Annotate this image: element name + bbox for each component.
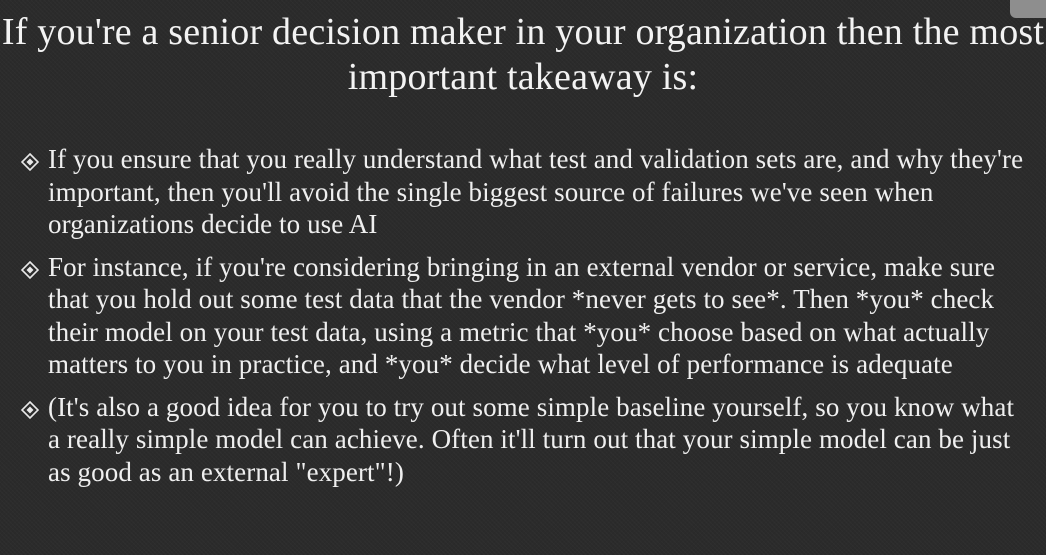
bullet-list: If you ensure that you really understand… [20,143,1030,498]
bullet-item: If you ensure that you really understand… [20,143,1030,241]
diamond-bullet-icon [20,251,48,284]
bullet-text: For instance, if you're considering brin… [48,251,996,380]
bullet-text: (It's also a good idea for you to try ou… [48,391,1015,487]
slide: If you're a senior decision maker in you… [0,0,1046,555]
bullet-text: If you ensure that you really understand… [48,144,1024,239]
diamond-bullet-icon [20,143,48,176]
bullet-item: (It's also a good idea for you to try ou… [20,391,1030,489]
diamond-bullet-icon [20,391,48,424]
bullet-item: For instance, if you're considering brin… [20,251,1030,381]
slide-title: If you're a senior decision maker in you… [1,11,1045,98]
